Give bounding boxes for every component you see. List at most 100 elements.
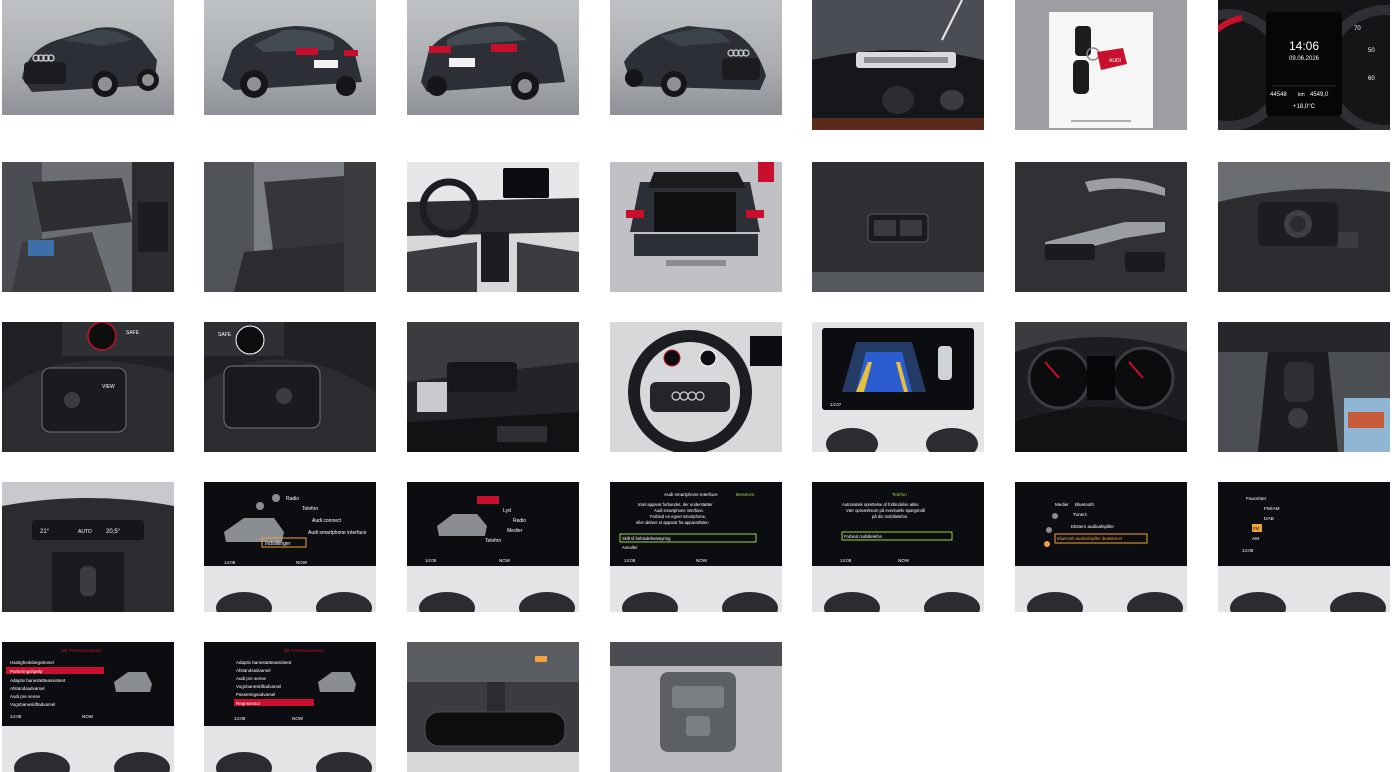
- photo-driver-assist-menu-a[interactable]: Bil: Førerassistance Hastighedsbegrænser…: [2, 642, 174, 772]
- climate-left-temp: 21°: [40, 529, 50, 535]
- menu-a-item-1: Radio: [286, 496, 299, 502]
- radio-item-1: FM/AM: [1264, 506, 1279, 512]
- gallery-row-1: AUDI 14:06 09.06.2026 44548 km 4549,0 +1…: [0, 0, 1398, 130]
- assist-a-item-1: Hastighedsbegrænser: [10, 660, 55, 665]
- media-item-1: Bluetooth: [1075, 502, 1095, 507]
- menu-a-item-4: Audi smartphone interface: [308, 530, 367, 536]
- menu-b-item-2: Radio: [513, 518, 526, 524]
- phone-option-1: Forbind mobiltelefon: [844, 534, 883, 539]
- status-now-d: NOW: [898, 558, 910, 563]
- photo-instrument-cluster-odometer[interactable]: 14:06 09.06.2026 44548 km 4549,0 +18,0°C…: [1218, 0, 1390, 130]
- menu-a-item-5: Indstillinger: [265, 541, 291, 547]
- steering-mode-label-1: SAFE: [126, 330, 140, 336]
- photo-light-switch[interactable]: [1218, 162, 1390, 292]
- photo-door-handle[interactable]: [1015, 162, 1187, 292]
- photo-rear-seats[interactable]: [204, 162, 376, 292]
- photo-media-source-screen[interactable]: Medier Bluetooth Tuner1 Ekstern audioafs…: [1015, 482, 1187, 612]
- speed-scale-3: 70: [1354, 26, 1361, 32]
- photo-open-trunk[interactable]: [610, 162, 782, 292]
- photo-radio-favorites-screen[interactable]: Favoritter FM/AM DAB FM AM 14:08: [1218, 482, 1390, 612]
- cluster-time: 14:06: [1289, 39, 1319, 53]
- steering-mode-label-2: SAFE: [218, 332, 232, 338]
- menu-b-item-3: Medier: [507, 528, 523, 534]
- status-now-b: NOW: [499, 558, 511, 563]
- photo-climate-control[interactable]: 21° AUTO 20,5°: [2, 482, 174, 612]
- assist-a-title: Bil: Førerassistance: [62, 648, 102, 653]
- cluster-trip: 4549,0: [1310, 92, 1329, 98]
- photo-steering-wheel-front[interactable]: [610, 322, 782, 452]
- status-now-c: NOW: [696, 558, 708, 563]
- phone-line-3: på din mobiltelefon.: [872, 514, 908, 519]
- gallery-row-5: Bil: Førerassistance Hastighedsbegrænser…: [0, 642, 1398, 772]
- assist-b-item-2: Afstandsadvarsel: [236, 668, 271, 673]
- photo-driver-assist-menu-b[interactable]: Bil: Førerassistance Adaptiv banestøttea…: [204, 642, 376, 772]
- status-time-e: 14:08: [1242, 548, 1254, 553]
- photo-vin-plate[interactable]: [812, 0, 984, 130]
- photo-dashboard-overview[interactable]: [407, 162, 579, 292]
- climate-auto: AUTO: [78, 529, 92, 535]
- media-item-3: Ekstern audioafspiller: [1071, 524, 1115, 529]
- menu-b-item-1: Lyd: [503, 508, 511, 514]
- photo-exterior-front-right[interactable]: [610, 0, 782, 115]
- photo-exterior-rear-left[interactable]: [204, 0, 376, 115]
- status-time-c: 14:08: [624, 558, 636, 563]
- smartphone-line-4: eller aktiver et apparat fra apparatlist…: [636, 520, 709, 525]
- photo-gear-selector[interactable]: [1218, 322, 1390, 452]
- photo-keys-and-manual[interactable]: AUDI: [1015, 0, 1187, 130]
- photo-instrument-cluster-gauges[interactable]: [1015, 322, 1187, 452]
- photo-exterior-rear-right[interactable]: [407, 0, 579, 115]
- status-time-a: 14:08: [224, 560, 236, 565]
- photo-exterior-front-left[interactable]: [2, 0, 174, 115]
- photo-rear-camera-screen[interactable]: 14:07: [812, 322, 984, 452]
- photo-window-buttons-rear[interactable]: [812, 162, 984, 292]
- status-time-f: 14:08: [10, 714, 22, 719]
- phone-title: Telefon: [892, 492, 907, 497]
- radio-item-3: FM: [1253, 526, 1260, 531]
- media-head: Medier: [1055, 502, 1069, 507]
- photo-smartphone-interface-screen[interactable]: Audi smartphone interface Benævnt Intet …: [610, 482, 782, 612]
- menu-a-item-2: Telefon: [302, 506, 318, 512]
- status-now-f: NOW: [82, 714, 94, 719]
- media-item-2: Tuner1: [1073, 512, 1088, 517]
- assist-a-item-2: Parkeringshjælp: [10, 669, 43, 674]
- photo-overhead-console[interactable]: [610, 642, 782, 772]
- menu-a-item-3: Audi connect: [312, 518, 342, 524]
- steering-view-button: VIEW: [102, 384, 115, 390]
- smartphone-option-1: Skift til forbindelsesstyring: [622, 536, 671, 541]
- phone-line-2: Vær opmærksom på eventuelle spørgsmål: [846, 508, 925, 513]
- status-now-a: NOW: [296, 560, 308, 565]
- gallery-row-2: [0, 162, 1398, 292]
- assist-b-item-3: Audi pre sense: [236, 676, 267, 681]
- cluster-temperature: +18,0°C: [1293, 104, 1316, 110]
- radio-item-4: AM: [1252, 536, 1259, 542]
- photo-steering-wheel-right-buttons[interactable]: SAFE: [204, 322, 376, 452]
- key-tag-text: AUDI: [1109, 58, 1121, 64]
- cluster-odometer-unit: km: [1298, 92, 1305, 98]
- speed-scale-2: 60: [1368, 76, 1375, 82]
- photo-steering-wheel-left-buttons[interactable]: VIEW SAFE: [2, 322, 174, 452]
- photo-gallery: AUDI 14:06 09.06.2026 44548 km 4549,0 +1…: [0, 0, 1398, 772]
- photo-mmi-main-menu[interactable]: Radio Telefon Audi connect Audi smartpho…: [204, 482, 376, 612]
- assist-b-item-1: Adaptiv banestøtteassistent: [236, 660, 292, 665]
- media-item-4: Bluetooth audioafspiller deaktiveret: [1057, 536, 1123, 541]
- assist-a-item-3: Adaptiv banestøtteassistent: [10, 678, 66, 683]
- menu-b-item-4: Telefon: [485, 538, 501, 544]
- assist-a-item-4: Afstandsadvarsel: [10, 686, 45, 691]
- assist-b-item-6: Regnsensor: [236, 701, 261, 706]
- smartphone-status: Benævnt: [736, 492, 755, 497]
- smartphone-line-1: Intet apparat forbundet, der understøtte…: [638, 502, 713, 507]
- gallery-row-3: VIEW SAFE SAFE 14:07: [0, 322, 1398, 452]
- photo-front-interior-door-open[interactable]: [2, 162, 174, 292]
- photo-steering-column-stalks[interactable]: [407, 322, 579, 452]
- assist-b-item-5: Passeringsadvarsel: [236, 692, 275, 697]
- smartphone-title: Audi smartphone interface: [664, 492, 718, 497]
- assist-a-item-5: Audi pre sense: [10, 694, 41, 699]
- gallery-row-4: 21° AUTO 20,5° Radio Telefon Audi connec…: [0, 482, 1398, 612]
- smartphone-line-2: Audi smartphone interface.: [654, 508, 704, 513]
- climate-right-temp: 20,5°: [106, 529, 121, 535]
- photo-phone-connect-screen[interactable]: Telefon Automatisk oprettelse af forbind…: [812, 482, 984, 612]
- radio-head: Favoritter: [1246, 496, 1267, 502]
- photo-rearview-mirror[interactable]: [407, 642, 579, 772]
- phone-line-1: Automatisk oprettelse af forbindelse akt…: [842, 502, 919, 507]
- photo-mmi-menu-lyd[interactable]: Lyd Radio Medier Telefon 14:08 NOW: [407, 482, 579, 612]
